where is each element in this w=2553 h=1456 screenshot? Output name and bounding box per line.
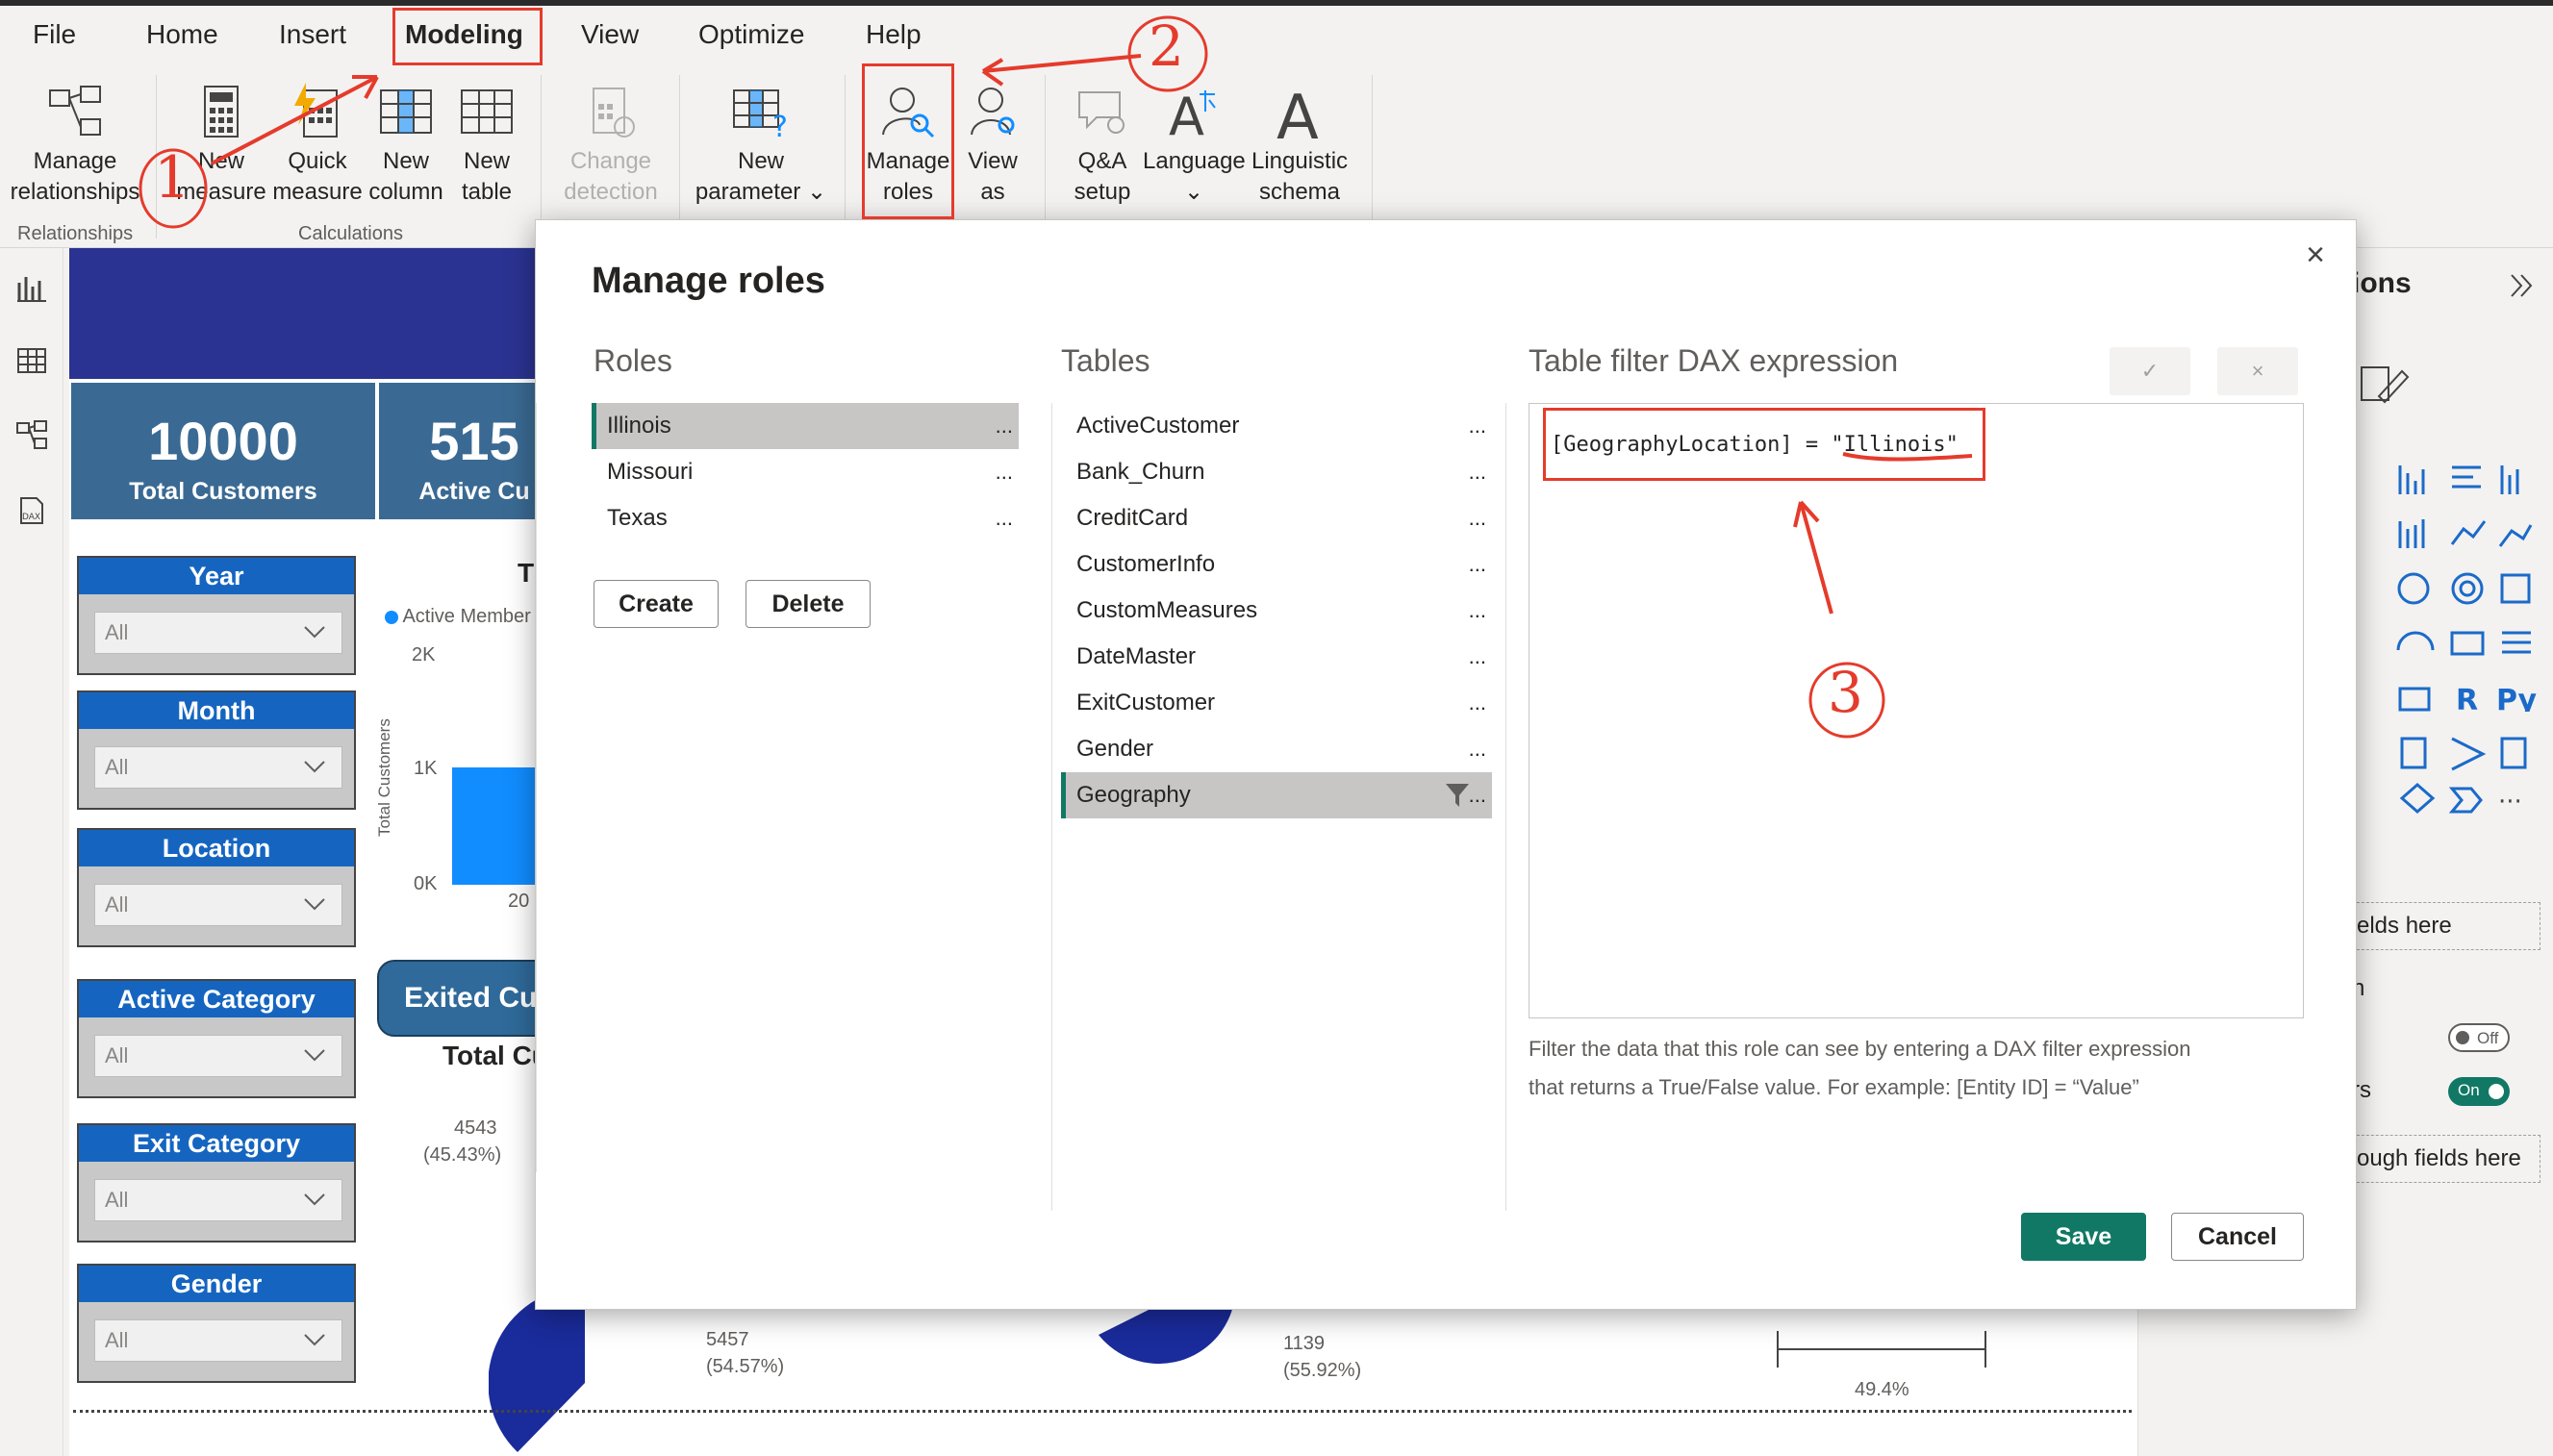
annotation-step-3: 3 xyxy=(1828,660,1863,725)
annotation-arrows xyxy=(139,15,1973,739)
annotation-step-2: 2 xyxy=(1149,13,1184,79)
annotation-step-1: 1 xyxy=(154,144,191,212)
